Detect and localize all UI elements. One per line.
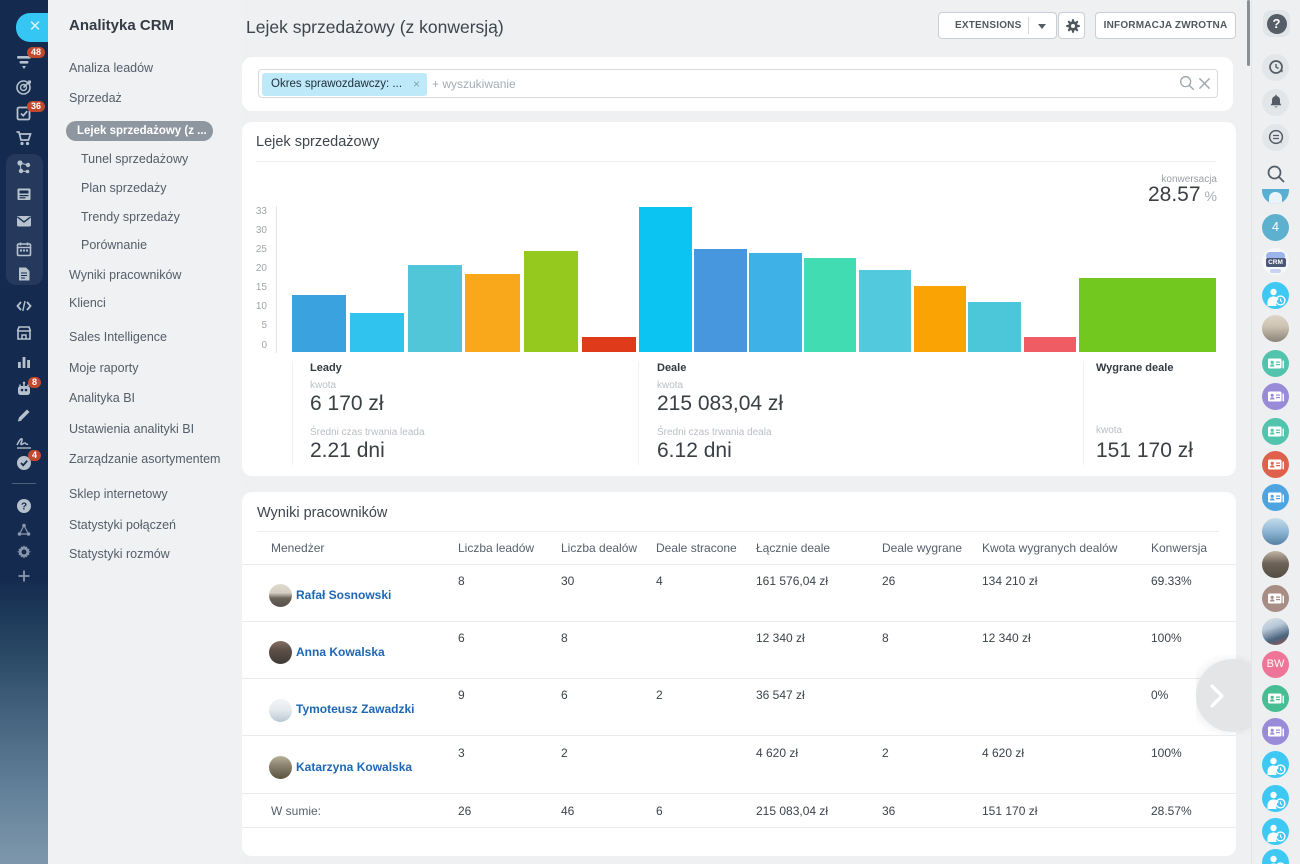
svg-text:?: ?	[21, 502, 27, 513]
